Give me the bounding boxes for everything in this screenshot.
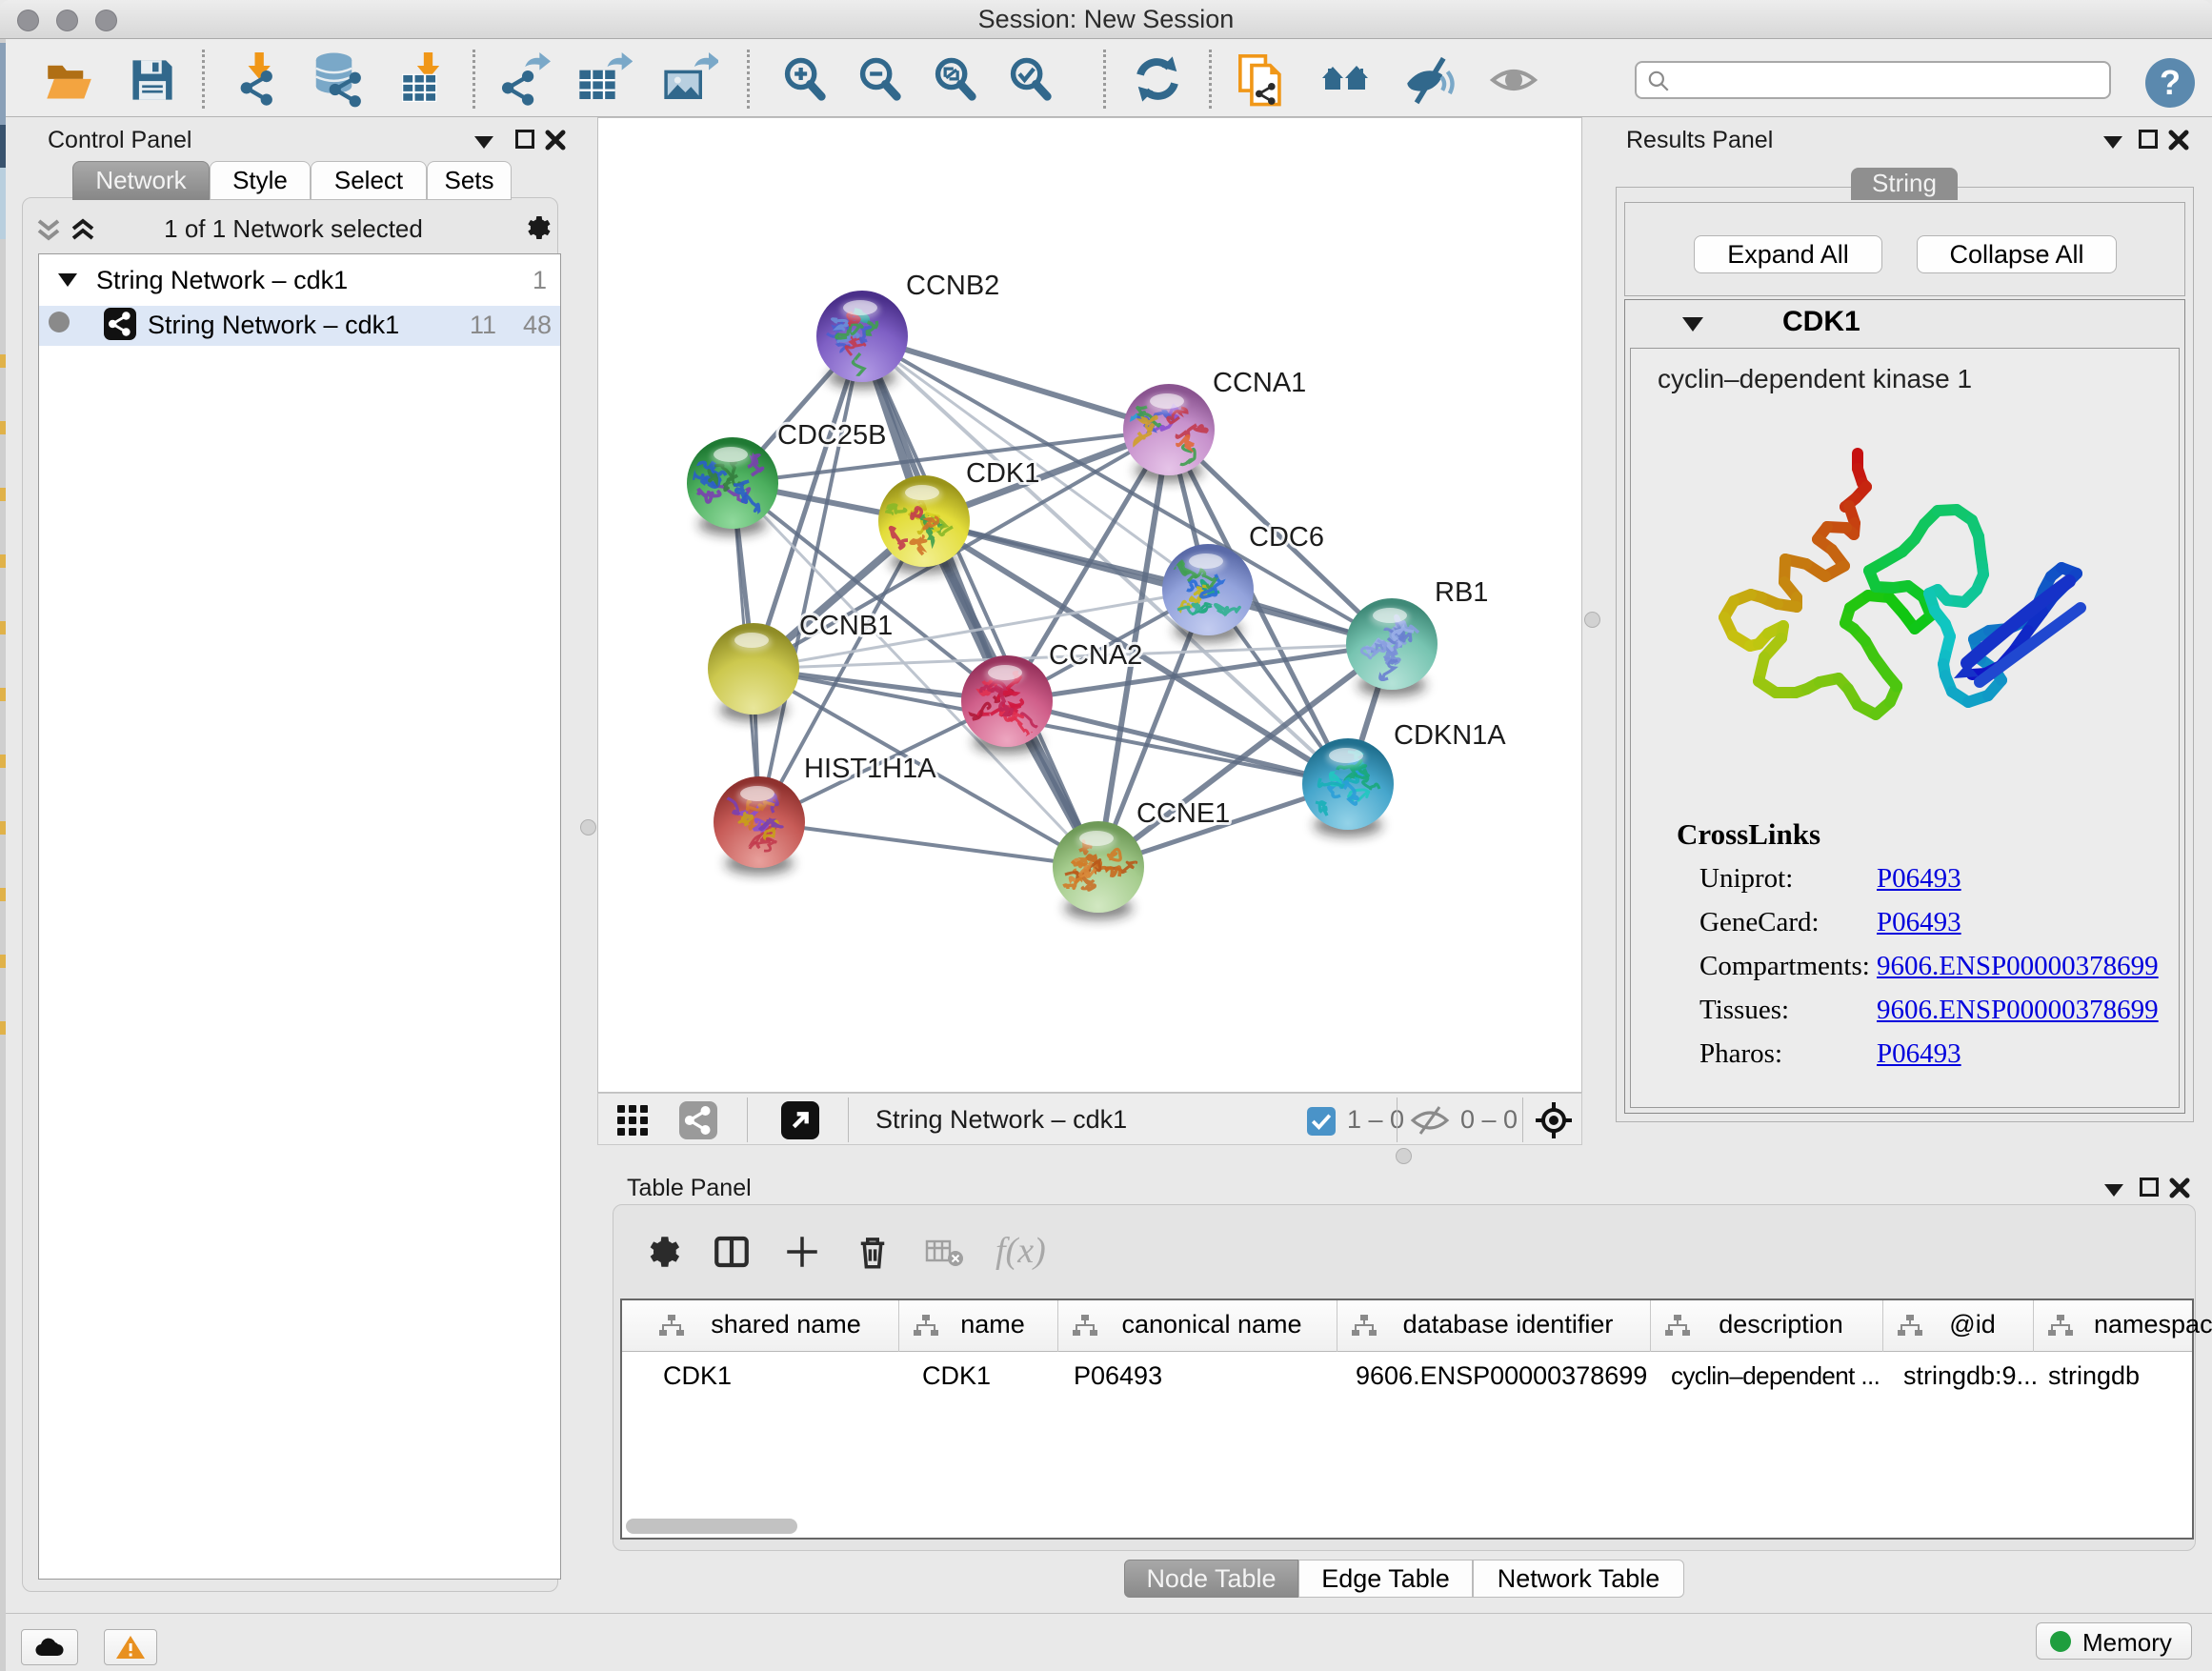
- svg-text:CCNB2: CCNB2: [906, 271, 999, 301]
- svg-text:CCNB1: CCNB1: [799, 611, 893, 641]
- svg-text:CCNE1: CCNE1: [1136, 798, 1230, 829]
- svg-text:CDK1: CDK1: [966, 458, 1039, 489]
- svg-text:CDC25B: CDC25B: [777, 420, 886, 451]
- svg-text:CCNA2: CCNA2: [1049, 640, 1142, 671]
- svg-text:CDKN1A: CDKN1A: [1394, 720, 1506, 751]
- svg-text:CDC6: CDC6: [1249, 522, 1324, 553]
- svg-text:RB1: RB1: [1435, 577, 1488, 608]
- svg-text:HIST1H1A: HIST1H1A: [804, 754, 936, 784]
- svg-text:CCNA1: CCNA1: [1213, 368, 1306, 398]
